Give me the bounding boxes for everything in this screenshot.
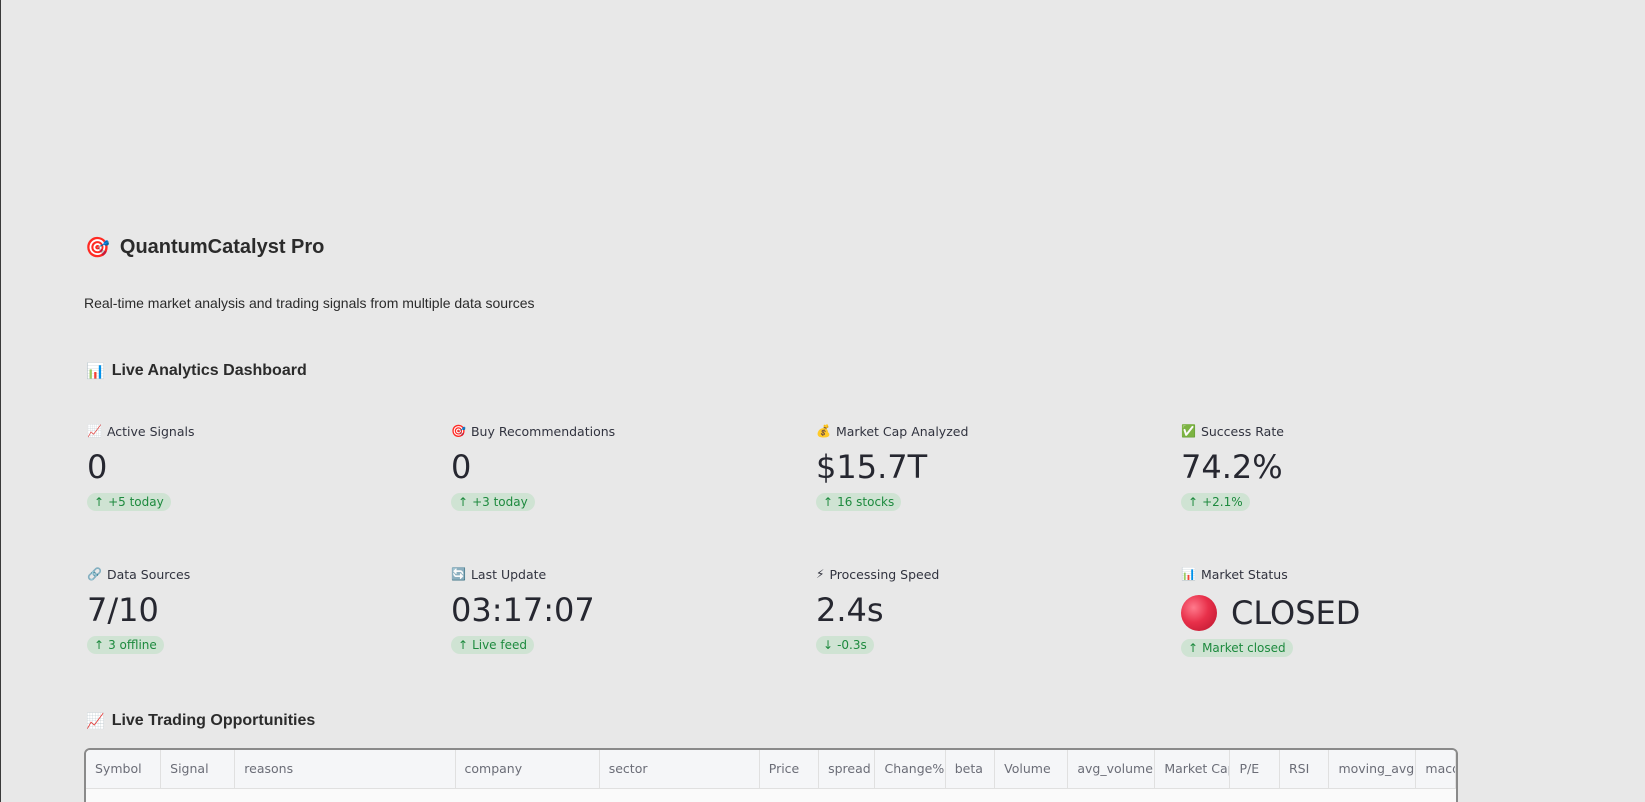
metric-delta: ↑ +3 today bbox=[451, 493, 535, 511]
column-header-volume[interactable]: Volume bbox=[995, 750, 1069, 788]
metric-value: 74.2% bbox=[1181, 448, 1283, 486]
metric-buy-recommendations: 🎯 Buy Recommendations 0 ↑ +3 today bbox=[451, 422, 781, 511]
lightning-icon: ⚡ bbox=[816, 567, 825, 581]
metric-delta: ↑ +5 today bbox=[87, 493, 171, 511]
red-circle-icon bbox=[1181, 595, 1217, 631]
metric-delta: ↑ Live feed bbox=[451, 636, 534, 654]
column-header-symbol[interactable]: Symbol bbox=[86, 750, 162, 788]
metric-active-signals: 📈 Active Signals 0 ↑ +5 today bbox=[87, 422, 417, 511]
column-header-price[interactable]: Price bbox=[760, 750, 820, 788]
column-header-beta[interactable]: beta bbox=[946, 750, 996, 788]
bar-chart-icon: 📊 bbox=[86, 363, 105, 380]
column-header-sector[interactable]: sector bbox=[600, 750, 760, 788]
column-header-reasons[interactable]: reasons bbox=[235, 750, 456, 788]
metric-success-rate: ✅ Success Rate 74.2% ↑ +2.1% bbox=[1181, 422, 1511, 511]
arrow-up-icon: ↑ bbox=[1188, 641, 1199, 655]
metric-delta: ↑ +2.1% bbox=[1181, 493, 1250, 511]
metric-value: 2.4s bbox=[816, 591, 884, 629]
column-header-spread[interactable]: spread bbox=[819, 750, 876, 788]
metric-label: Data Sources bbox=[106, 566, 191, 582]
metric-label: Processing Speed bbox=[829, 566, 940, 582]
link-icon: 🔗 bbox=[87, 567, 102, 581]
metric-delta-text: +2.1% bbox=[1202, 495, 1243, 509]
metric-value-row: CLOSED bbox=[1181, 592, 1511, 634]
metric-delta-text: +3 today bbox=[472, 495, 528, 509]
column-header-macd[interactable]: macd bbox=[1416, 750, 1456, 788]
chart-up-icon: 📈 bbox=[87, 424, 102, 438]
money-bag-icon: 💰 bbox=[816, 424, 831, 438]
column-header-moving-avg[interactable]: moving_avg bbox=[1329, 750, 1417, 788]
app-title-text: QuantumCatalyst Pro bbox=[119, 236, 325, 258]
refresh-icon: 🔄 bbox=[451, 567, 466, 581]
column-header-pe[interactable]: P/E bbox=[1230, 750, 1280, 788]
metric-market-status: 📊 Market Status CLOSED ↑ Market closed bbox=[1181, 565, 1511, 657]
app-title: 🎯 QuantumCatalyst Pro bbox=[85, 236, 324, 259]
arrow-up-icon: ↑ bbox=[94, 638, 105, 652]
table-header-row: Symbol Signal reasons company sector Pri… bbox=[86, 750, 1456, 789]
metric-value: 7/10 bbox=[87, 591, 159, 629]
column-header-rsi[interactable]: RSI bbox=[1280, 750, 1330, 788]
metric-value: 0 bbox=[87, 448, 108, 486]
target-icon: 🎯 bbox=[85, 236, 110, 259]
metric-label: Success Rate bbox=[1200, 423, 1284, 439]
metric-label: Market Cap Analyzed bbox=[835, 423, 969, 439]
metric-value: $15.7T bbox=[816, 448, 928, 486]
metric-delta-text: Live feed bbox=[472, 638, 527, 652]
column-header-avg-volume[interactable]: avg_volume bbox=[1068, 750, 1156, 788]
column-header-company[interactable]: company bbox=[456, 750, 600, 788]
chart-up-icon: 📈 bbox=[86, 713, 105, 730]
metric-label: Last Update bbox=[470, 566, 547, 582]
metric-value: CLOSED bbox=[1231, 594, 1361, 632]
bar-chart-icon: 📊 bbox=[1181, 567, 1196, 581]
metric-processing-speed: ⚡ Processing Speed 2.4s ↓ -0.3s bbox=[816, 565, 1146, 654]
check-icon: ✅ bbox=[1181, 424, 1196, 438]
metric-delta-text: -0.3s bbox=[837, 638, 867, 652]
arrow-up-icon: ↑ bbox=[1188, 495, 1199, 509]
metric-label: Market Status bbox=[1200, 566, 1288, 582]
metric-label: Active Signals bbox=[106, 423, 195, 439]
metric-data-sources: 🔗 Data Sources 7/10 ↑ 3 offline bbox=[87, 565, 417, 654]
opportunities-title-text: Live Trading Opportunities bbox=[111, 712, 316, 729]
target-icon: 🎯 bbox=[451, 424, 466, 438]
column-header-market-cap[interactable]: Market Cap bbox=[1155, 750, 1231, 788]
metric-market-cap-analyzed: 💰 Market Cap Analyzed $15.7T ↑ 16 stocks bbox=[816, 422, 1146, 511]
dashboard-section-title: 📊 Live Analytics Dashboard bbox=[86, 362, 307, 380]
metric-delta: ↑ 16 stocks bbox=[816, 493, 902, 511]
arrow-up-icon: ↑ bbox=[458, 495, 469, 509]
metric-delta: ↑ 3 offline bbox=[87, 636, 164, 654]
app-subtitle: Real-time market analysis and trading si… bbox=[84, 295, 535, 311]
dashboard-title-text: Live Analytics Dashboard bbox=[111, 362, 307, 379]
metric-delta: ↓ -0.3s bbox=[816, 636, 874, 654]
metric-delta-text: 3 offline bbox=[108, 638, 157, 652]
metric-delta-text: +5 today bbox=[108, 495, 164, 509]
opportunities-table[interactable]: Symbol Signal reasons company sector Pri… bbox=[84, 748, 1458, 802]
metric-delta: ↑ Market closed bbox=[1181, 639, 1293, 657]
opportunities-section-title: 📈 Live Trading Opportunities bbox=[86, 712, 315, 730]
arrow-up-icon: ↑ bbox=[458, 638, 469, 652]
arrow-down-icon: ↓ bbox=[823, 638, 834, 652]
metric-value: 03:17:07 bbox=[451, 591, 595, 629]
metric-value: 0 bbox=[451, 448, 472, 486]
arrow-up-icon: ↑ bbox=[823, 495, 834, 509]
metric-delta-text: 16 stocks bbox=[837, 495, 895, 509]
arrow-up-icon: ↑ bbox=[94, 495, 105, 509]
metric-delta-text: Market closed bbox=[1202, 641, 1286, 655]
metric-last-update: 🔄 Last Update 03:17:07 ↑ Live feed bbox=[451, 565, 781, 654]
column-header-change-pct[interactable]: Change% bbox=[875, 750, 946, 788]
metric-label: Buy Recommendations bbox=[470, 423, 616, 439]
column-header-signal[interactable]: Signal bbox=[161, 750, 236, 788]
